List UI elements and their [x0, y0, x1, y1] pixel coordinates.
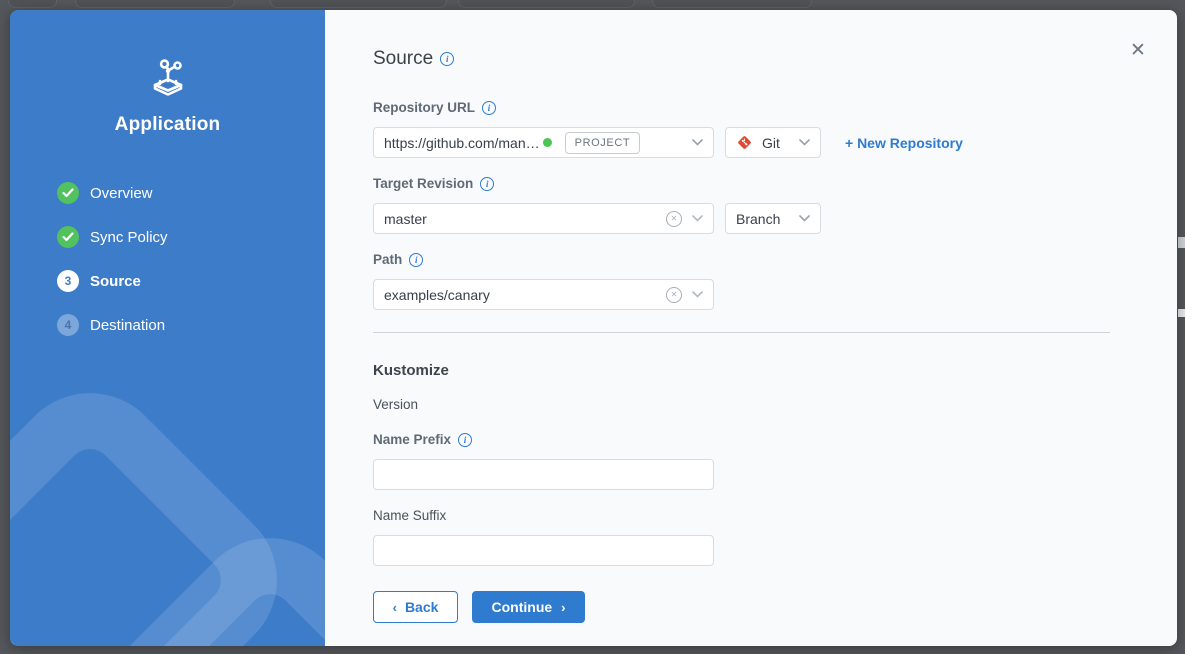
- step-sync-policy[interactable]: Sync Policy: [57, 226, 325, 248]
- back-button[interactable]: ‹ Back: [373, 591, 458, 623]
- backdrop-fragment: [1178, 309, 1185, 317]
- target-revision-select[interactable]: master ✕: [373, 203, 714, 234]
- clear-icon[interactable]: ✕: [666, 211, 682, 227]
- path-label: Path i: [373, 251, 1177, 268]
- step-label: Destination: [90, 317, 165, 334]
- close-icon[interactable]: ✕: [1127, 40, 1149, 62]
- step-label: Source: [90, 273, 141, 290]
- check-icon: [57, 226, 79, 248]
- name-suffix-input[interactable]: [384, 536, 703, 565]
- section-divider: [373, 332, 1110, 333]
- target-revision-value: master: [384, 211, 427, 227]
- repository-url-value: https://github.com/man…: [384, 135, 540, 151]
- wizard-title: Application: [10, 114, 325, 136]
- clear-icon[interactable]: ✕: [666, 287, 682, 303]
- info-icon[interactable]: i: [409, 253, 423, 267]
- chevron-down-icon: [692, 291, 703, 298]
- git-icon: [736, 134, 753, 151]
- step-label: Sync Policy: [90, 229, 168, 246]
- step-label: Overview: [90, 185, 153, 202]
- target-revision-label: Target Revision i: [373, 175, 1177, 192]
- chevron-down-icon: [799, 139, 810, 146]
- backdrop-tab: [75, 0, 235, 8]
- wizard-sidebar: Application Overview Sync Policy 3 Sourc…: [10, 10, 325, 646]
- repo-status-dot-icon: [543, 138, 552, 147]
- name-prefix-label: Name Prefix i: [373, 431, 1177, 448]
- kustomize-heading: Kustomize: [373, 362, 1177, 378]
- chevron-down-icon: [692, 139, 703, 146]
- info-icon[interactable]: i: [482, 101, 496, 115]
- application-logo-icon: [145, 58, 191, 98]
- backdrop-tab: [8, 0, 57, 8]
- chevron-down-icon: [799, 215, 810, 222]
- continue-button[interactable]: Continue ›: [472, 591, 585, 623]
- project-badge: PROJECT: [565, 132, 641, 154]
- repository-url-select[interactable]: https://github.com/man… PROJECT: [373, 127, 714, 158]
- info-icon[interactable]: i: [440, 52, 454, 66]
- info-icon[interactable]: i: [458, 433, 472, 447]
- step-number-badge: 3: [57, 270, 79, 292]
- repository-url-label: Repository URL i: [373, 99, 1177, 116]
- page-title: Source: [373, 48, 433, 70]
- backdrop-tab: [270, 0, 447, 8]
- step-destination[interactable]: 4 Destination: [57, 314, 325, 336]
- info-icon[interactable]: i: [480, 177, 494, 191]
- revision-type-select[interactable]: Branch: [725, 203, 821, 234]
- backdrop-fragment: [1178, 237, 1185, 248]
- name-prefix-input[interactable]: [384, 460, 703, 489]
- repository-type-value: Git: [762, 135, 780, 151]
- name-suffix-label: Name Suffix: [373, 507, 1177, 524]
- chevron-down-icon: [692, 215, 703, 222]
- check-icon: [57, 182, 79, 204]
- step-overview[interactable]: Overview: [57, 182, 325, 204]
- continue-chevron-icon: ›: [561, 600, 565, 615]
- backdrop-tab: [652, 0, 812, 8]
- path-select[interactable]: examples/canary ✕: [373, 279, 714, 310]
- application-wizard-modal: Application Overview Sync Policy 3 Sourc…: [10, 10, 1177, 646]
- step-source[interactable]: 3 Source: [57, 270, 325, 292]
- revision-type-value: Branch: [736, 211, 780, 227]
- path-value: examples/canary: [384, 287, 490, 303]
- version-label: Version: [373, 397, 1177, 412]
- new-repository-link[interactable]: + New Repository: [845, 135, 963, 151]
- back-chevron-icon: ‹: [393, 600, 397, 615]
- step-number-badge: 4: [57, 314, 79, 336]
- wizard-steps: Overview Sync Policy 3 Source 4 Destinat…: [10, 182, 325, 336]
- repository-type-select[interactable]: Git: [725, 127, 821, 158]
- source-step-panel: ✕ Source i Repository URL i https://gith…: [325, 10, 1177, 646]
- backdrop-tab: [458, 0, 635, 8]
